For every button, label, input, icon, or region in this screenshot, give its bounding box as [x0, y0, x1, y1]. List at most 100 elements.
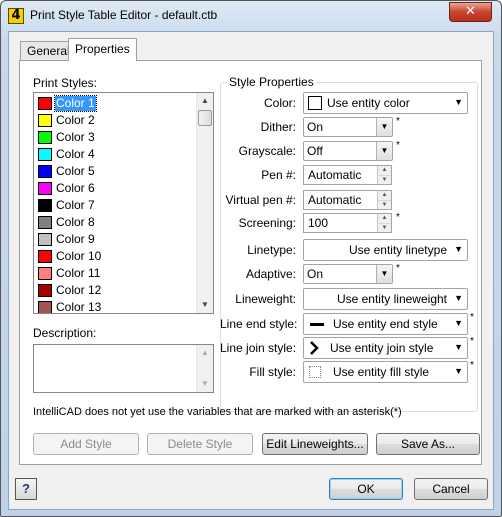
chevron-down-icon: ▼: [376, 118, 392, 136]
fill-style-icon: [309, 366, 321, 378]
app-icon: 4: [8, 8, 24, 24]
chevron-down-icon: ▼: [454, 97, 463, 107]
virtual-pen-label: Virtual pen #:: [225, 193, 297, 207]
chevron-down-icon: ▼: [454, 244, 463, 254]
line-end-label: Line end style:: [220, 317, 298, 331]
list-scrollbar[interactable]: ▲ ▼: [196, 93, 213, 313]
list-item-label: Color 1: [54, 95, 97, 112]
asterisk-marker: *: [396, 140, 400, 151]
line-end-style-icon: [310, 323, 324, 326]
spin-up-icon[interactable]: ▲: [377, 191, 391, 200]
print-styles-label: Print Styles:: [33, 76, 98, 90]
list-item-label: Color 12: [56, 283, 102, 297]
pen-number-field[interactable]: Automatic ▲ ▼: [303, 165, 392, 185]
line-end-value: Use entity end style: [333, 317, 438, 331]
lineweight-label: Lineweight:: [235, 292, 296, 306]
spin-down-icon[interactable]: ▼: [377, 175, 391, 184]
color-swatch-icon: [38, 233, 52, 246]
line-end-dropdown[interactable]: Use entity end style ▼: [303, 313, 468, 335]
scroll-down-icon[interactable]: ▼: [197, 297, 213, 313]
scroll-up-icon[interactable]: ▲: [197, 345, 213, 361]
title-bar[interactable]: 4 Print Style Table Editor - default.ctb…: [1, 1, 501, 31]
ok-button[interactable]: OK: [329, 478, 403, 500]
list-item-label: Color 2: [56, 113, 95, 127]
list-item[interactable]: Color 6: [38, 180, 188, 197]
color-swatch-icon: [308, 96, 322, 110]
linetype-dropdown[interactable]: Use entity linetype ▼: [303, 239, 468, 261]
list-item[interactable]: Color 9: [38, 231, 188, 248]
list-item[interactable]: Color 3: [38, 129, 188, 146]
scroll-down-icon[interactable]: ▼: [197, 376, 213, 392]
screening-field[interactable]: 100 ▲ ▼: [303, 213, 392, 233]
delete-style-button[interactable]: Delete Style: [147, 433, 253, 455]
print-styles-list[interactable]: Color 1 Color 2 Color 3 Color 4 Color 5 Color…: [33, 92, 214, 314]
linetype-label: Linetype:: [247, 243, 296, 257]
spin-down-icon[interactable]: ▼: [377, 223, 391, 232]
chevron-down-icon: ▼: [376, 142, 392, 160]
linetype-value: Use entity linetype: [348, 243, 447, 257]
color-label: Color:: [263, 96, 296, 110]
list-item[interactable]: Color 7: [38, 197, 188, 214]
tab-properties[interactable]: Properties: [68, 38, 137, 61]
fill-style-label: Fill style:: [249, 365, 296, 379]
fill-style-dropdown[interactable]: Use entity fill style ▼: [303, 361, 468, 383]
asterisk-marker: *: [470, 360, 474, 371]
add-style-button[interactable]: Add Style: [33, 433, 139, 455]
color-swatch-icon: [38, 114, 52, 127]
dialog-client: General Properties Print Styles: Color 1…: [8, 31, 494, 510]
description-scrollbar[interactable]: ▲ ▼: [196, 345, 213, 392]
list-item[interactable]: Color 13: [38, 299, 188, 313]
scroll-thumb[interactable]: [198, 110, 212, 126]
description-field[interactable]: ▲ ▼: [33, 344, 214, 393]
grayscale-value: Off: [307, 144, 323, 158]
close-button[interactable]: ✕: [449, 2, 492, 22]
chevron-down-icon: ▼: [454, 293, 463, 303]
asterisk-marker: *: [396, 116, 400, 127]
description-label: Description:: [33, 326, 97, 340]
list-item[interactable]: Color 2: [38, 112, 188, 129]
lineweight-dropdown[interactable]: Use entity lineweight ▼: [303, 288, 468, 310]
color-swatch-icon: [38, 284, 52, 297]
list-item[interactable]: Color 12: [38, 282, 188, 299]
list-item[interactable]: Color 8: [38, 214, 188, 231]
asterisk-marker: *: [396, 212, 400, 223]
list-item-label: Color 11: [56, 266, 101, 280]
screening-value: 100: [308, 216, 329, 230]
virtual-pen-value: Automatic: [308, 193, 362, 207]
chevron-down-icon: ▼: [376, 265, 392, 283]
color-swatch-icon: [38, 182, 52, 195]
chevron-down-icon: ▼: [454, 318, 463, 328]
list-item[interactable]: Color 10: [38, 248, 188, 265]
color-swatch-icon: [38, 216, 52, 229]
save-as-button[interactable]: Save As...: [376, 433, 480, 455]
scroll-up-icon[interactable]: ▲: [197, 93, 213, 109]
list-item-label: Color 5: [56, 164, 95, 178]
color-swatch-icon: [38, 97, 52, 110]
cancel-button[interactable]: Cancel: [414, 478, 488, 500]
asterisk-marker: *: [470, 336, 474, 347]
list-item[interactable]: Color 5: [38, 163, 188, 180]
color-dropdown[interactable]: Use entity color ▼: [303, 92, 468, 114]
adaptive-dropdown[interactable]: On ▼: [303, 264, 393, 284]
spin-up-icon[interactable]: ▲: [377, 166, 391, 175]
dither-value: On: [307, 120, 324, 134]
pen-label: Pen #:: [261, 168, 296, 182]
grayscale-dropdown[interactable]: Off ▼: [303, 141, 393, 161]
spin-up-icon[interactable]: ▲: [377, 214, 391, 223]
virtual-pen-field[interactable]: Automatic ▲ ▼: [303, 190, 392, 210]
properties-panel: Print Styles: Color 1 Color 2 Color 3 Color…: [19, 60, 482, 465]
line-join-dropdown[interactable]: Use entity join style ▼: [303, 337, 468, 359]
list-item-label: Color 7: [56, 198, 95, 212]
edit-lineweights-button[interactable]: Edit Lineweights...: [262, 433, 368, 455]
style-properties-title: Style Properties: [227, 75, 316, 89]
color-swatch-icon: [38, 301, 52, 313]
dither-dropdown[interactable]: On ▼: [303, 117, 393, 137]
spin-down-icon[interactable]: ▼: [377, 200, 391, 209]
color-swatch-icon: [38, 148, 52, 161]
list-item[interactable]: Color 4: [38, 146, 188, 163]
list-item-label: Color 6: [56, 181, 95, 195]
list-item-label: Color 10: [56, 249, 102, 263]
help-button[interactable]: ?: [15, 478, 37, 500]
list-item[interactable]: Color 11: [38, 265, 188, 282]
list-item[interactable]: Color 1: [38, 95, 188, 112]
